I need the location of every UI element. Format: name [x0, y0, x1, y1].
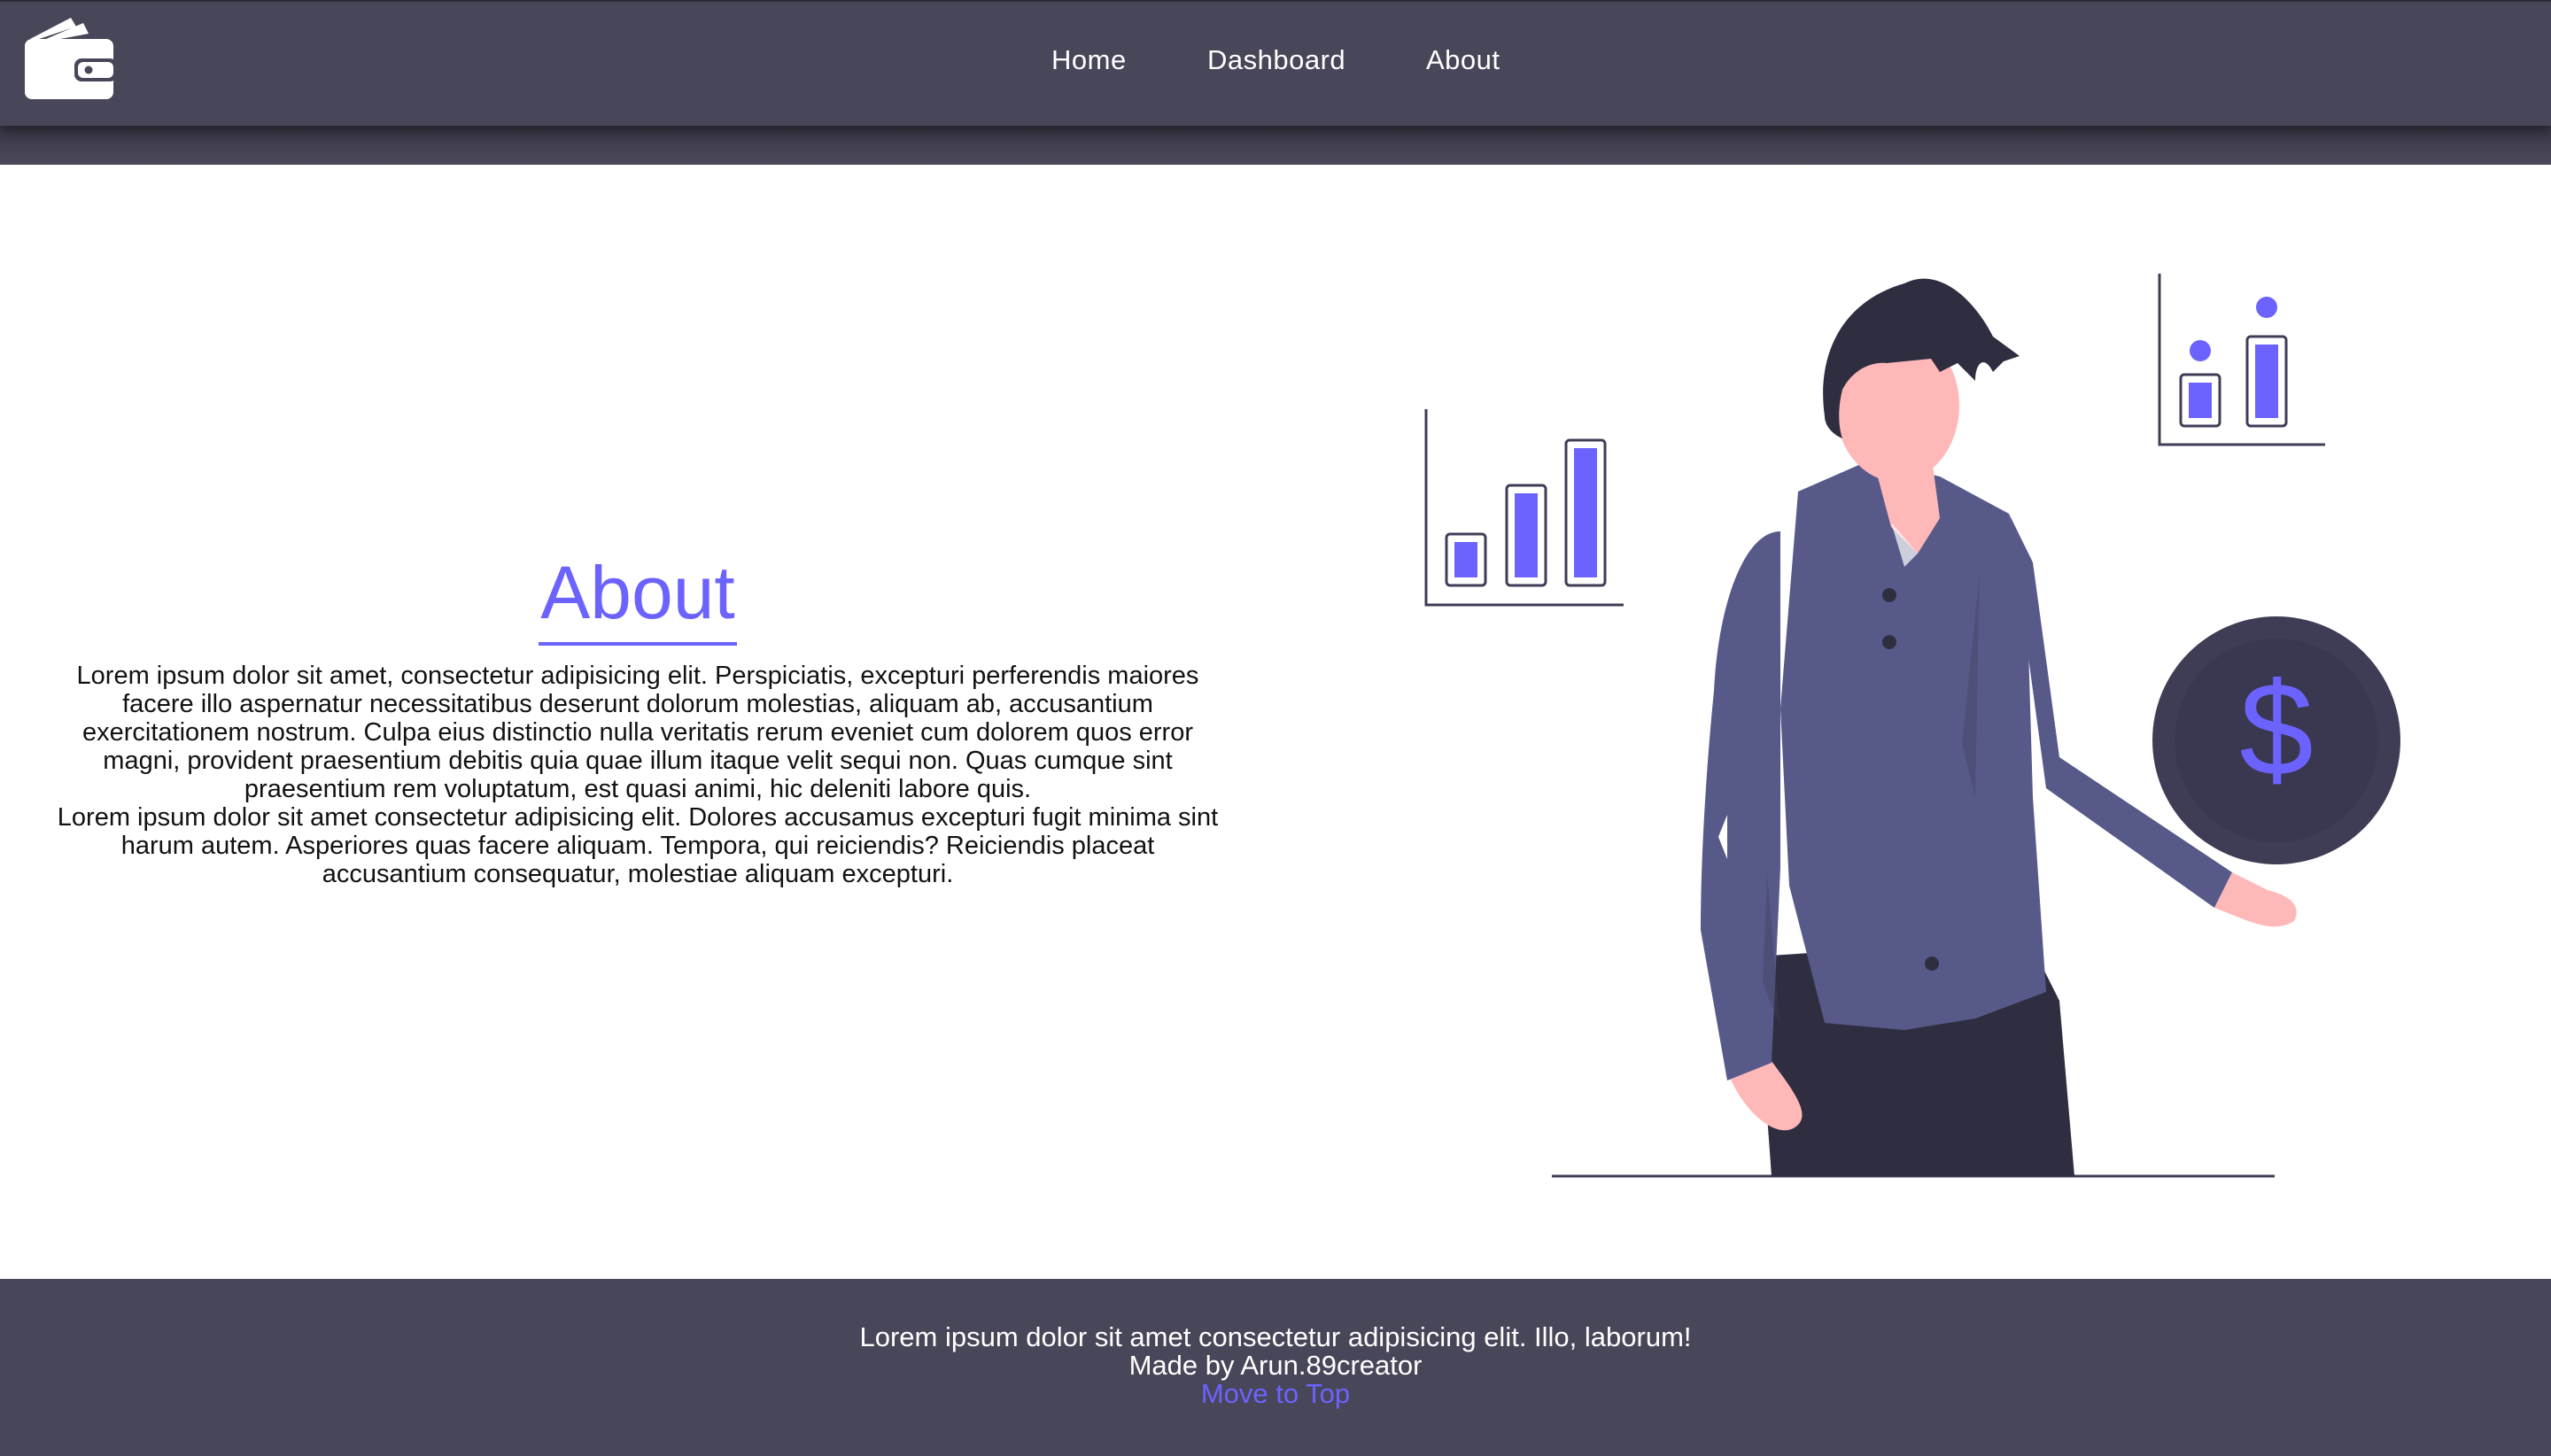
dollar-coin-icon: $ [2152, 616, 2400, 864]
about-paragraph-2: Lorem ipsum dolor sit amet consectetur a… [57, 803, 1219, 888]
coin-symbol: $ [2239, 654, 2313, 803]
navbar: Home Dashboard About [0, 0, 2551, 126]
footer-text: Lorem ipsum dolor sit amet consectetur a… [0, 1323, 2551, 1408]
about-heading: About [539, 555, 737, 646]
about-text: About Lorem ipsum dolor sit amet, consec… [44, 165, 1231, 1279]
footer-tagline: Lorem ipsum dolor sit amet consectetur a… [859, 1321, 1692, 1352]
nav-link-about[interactable]: About [1426, 44, 1500, 76]
bar-chart-left-icon [1424, 409, 1624, 607]
footer-credit: Made by Arun.89creator [1128, 1350, 1423, 1381]
bar-chart-right-icon [2158, 274, 2325, 446]
nav-link-home[interactable]: Home [1051, 44, 1127, 76]
navbar-shadow-band [0, 126, 2551, 165]
footer: Lorem ipsum dolor sit amet consectetur a… [0, 1279, 2551, 1456]
finance-man-illustration: $ [1424, 274, 2400, 1178]
about-body: Lorem ipsum dolor sit amet, consectetur … [49, 662, 1227, 888]
about-paragraph-1: Lorem ipsum dolor sit amet, consectetur … [76, 662, 1199, 803]
nav-links: Home Dashboard About [0, 2, 2551, 128]
move-to-top-link[interactable]: Move to Top [0, 1380, 2551, 1408]
nav-link-dashboard[interactable]: Dashboard [1207, 44, 1345, 76]
